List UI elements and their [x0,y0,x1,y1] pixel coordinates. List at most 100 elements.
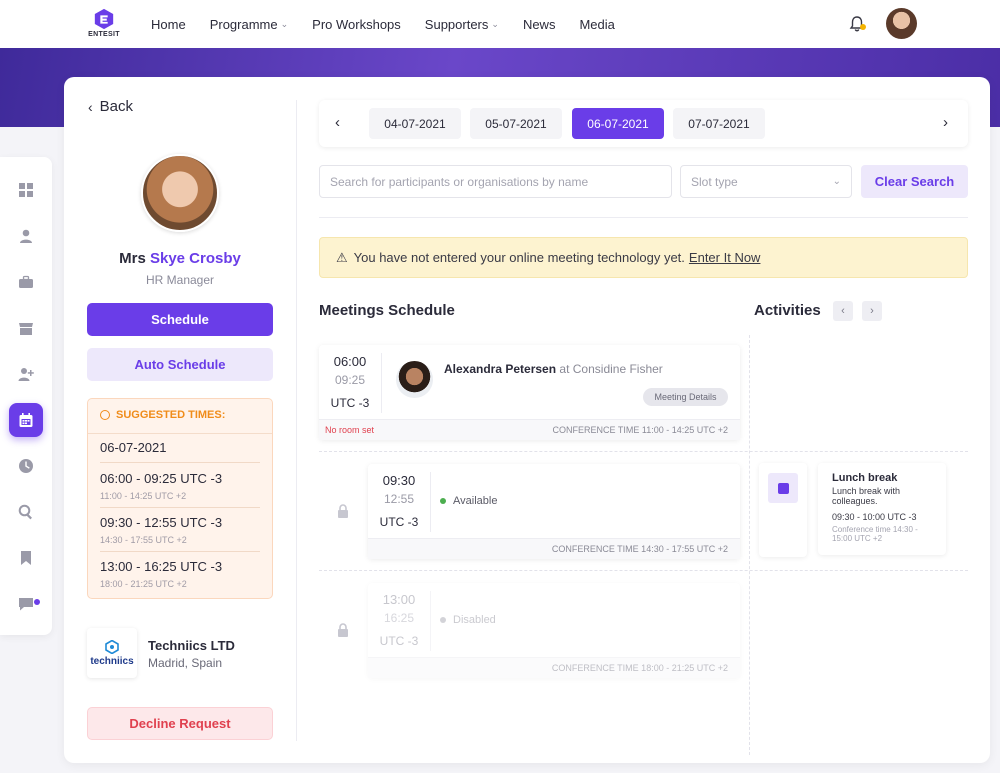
meeting-footer: No room set CONFERENCE TIME 11:00 - 14:2… [319,419,740,440]
meeting-card[interactable]: 06:00 09:25 UTC -3 Alexandra Petersen at… [319,345,740,440]
slot-status: Disabled [440,614,496,626]
slot-end: 12:55 [383,492,415,506]
date-pill[interactable]: 05-07-2021 [470,108,562,139]
suggested-slot-conf: 18:00 - 21:25 UTC +2 [100,579,187,589]
meeting-timezone: UTC -3 [330,396,370,410]
profile-role: HR Manager [145,273,215,287]
date-pill[interactable]: 07-07-2021 [673,108,765,139]
auto-schedule-button[interactable]: Auto Schedule [87,348,273,381]
calendar-icon[interactable] [9,403,43,437]
decline-request-button[interactable]: Decline Request [87,707,273,740]
slot-start: 13:00 [382,592,416,607]
nav-programme-label: Programme [209,16,278,32]
nav-home[interactable]: Home [151,17,186,32]
entesit-logo[interactable]: ENTESIT [86,8,122,42]
back-link[interactable]: ‹ Back [88,98,133,115]
nav-supporters[interactable]: Supporters ⌄ [425,17,499,32]
schedule-button[interactable]: Schedule [87,303,273,336]
warning-icon: ⚠ [336,249,348,265]
briefcase-icon[interactable] [9,265,43,299]
divider [430,472,431,532]
divider [381,353,382,413]
date-pill-active[interactable]: 06-07-2021 [572,108,664,139]
suggested-slot-conf: 14:30 - 17:55 UTC +2 [100,535,187,545]
suggested-slot-time[interactable]: 06:00 - 09:25 UTC -3 [100,471,222,486]
room-status: No room set [325,425,375,435]
divider [88,433,272,434]
suggested-times-panel: SUGGESTED TIMES: 06-07-2021 06:00 - 09:2… [87,398,273,599]
chevron-right-icon[interactable]: › [862,301,882,321]
slot-type-select[interactable]: Slot type ⌄ [680,165,852,198]
clear-search-button[interactable]: Clear Search [861,165,968,198]
slot-timezone: UTC -3 [379,515,419,529]
conference-time: CONFERENCE TIME 14:30 - 17:55 UTC +2 [551,544,728,554]
enter-it-now-link[interactable]: Enter It Now [689,250,761,265]
warning-banner: ⚠ You have not entered your online meeti… [319,237,968,278]
status-dot [440,617,446,623]
activity-title: Lunch break [832,472,898,484]
slot-footer: CONFERENCE TIME 18:00 - 21:25 UTC +2 [368,657,740,678]
hexagon-icon [105,639,119,654]
schedule-divider [749,335,750,755]
profile-name-text: Skye Crosby [149,250,241,267]
slot-start: 09:30 [382,473,416,488]
search-icon[interactable] [9,495,43,529]
slot-type-placeholder: Slot type [691,174,738,189]
store-icon[interactable] [9,311,43,345]
add-user-icon[interactable] [9,357,43,391]
bookmark-icon[interactable] [9,541,43,575]
participant-search-input[interactable] [319,165,672,198]
slot-time: 13:00 16:25 UTC -3 [368,592,430,648]
user-icon[interactable] [9,219,43,253]
organisation-logo: techniics [87,628,137,678]
suggested-heading-text: SUGGESTED TIMES: [116,409,226,421]
activity-card[interactable]: Lunch break Lunch break with colleagues.… [818,463,946,555]
divider [430,591,431,651]
chevron-down-icon: ⌄ [280,18,289,29]
slot-status-text: Available [453,495,498,507]
warning-text: You have not entered your online meeting… [353,250,685,265]
date-selector: ‹ 04-07-2021 05-07-2021 06-07-2021 07-07… [319,100,968,147]
divider [319,217,968,218]
slot-footer: CONFERENCE TIME 14:30 - 17:55 UTC +2 [368,538,740,559]
profile-photo [141,154,219,232]
participant-name: Alexandra Petersen at Considine Fisher [444,362,663,376]
activity-conference-time: Conference time 14:30 - 15:00 UTC +2 [832,524,918,543]
nav-media[interactable]: Media [579,17,614,32]
status-dot [440,498,446,504]
suggested-times-heading: SUGGESTED TIMES: [100,409,225,421]
activity-description: Lunch break with colleagues. [832,486,901,507]
slot-status: Available [440,495,497,507]
clock-icon[interactable] [9,449,43,483]
slot-timezone: UTC -3 [379,634,419,648]
profile-name: Mrs Skye Crosby [88,250,272,267]
suggested-slot-time[interactable]: 13:00 - 16:25 UTC -3 [100,559,222,574]
organisation-logo-text: techniics [90,655,134,667]
suggested-slot-time[interactable]: 09:30 - 12:55 UTC -3 [100,515,222,530]
chevron-right-icon[interactable]: › [943,114,948,131]
meeting-start: 06:00 [333,354,367,369]
participant-avatar [396,361,433,398]
user-avatar[interactable] [886,8,917,39]
meeting-details-button[interactable]: Meeting Details [643,388,728,406]
grid-icon[interactable] [9,173,43,207]
participant-org: Considine Fisher [572,362,663,376]
organisation-name: Techniics LTD [148,638,235,653]
top-navbar: ENTESIT Home Programme ⌄ Pro Workshops Su… [0,0,1000,48]
nav-news[interactable]: News [523,17,556,32]
meeting-time: 06:00 09:25 UTC -3 [319,354,381,410]
meeting-slot-disabled: 13:00 16:25 UTC -3 Disabled CONFERENCE T… [368,583,740,678]
column-divider [296,100,297,741]
nav-home-label: Home [151,16,186,32]
chat-notification-dot [34,599,40,605]
chevron-left-icon[interactable]: ‹ [335,114,340,131]
meetings-heading: Meetings Schedule [319,302,455,319]
chevron-down-icon: ⌄ [491,18,499,29]
nav-programme[interactable]: Programme ⌄ [210,17,288,32]
slot-divider [319,451,968,452]
date-pill[interactable]: 04-07-2021 [369,108,461,139]
chevron-left-icon[interactable]: ‹ [833,301,853,321]
profile-salutation: Mrs [119,250,146,267]
meeting-slot-available[interactable]: 09:30 12:55 UTC -3 Available CONFERENCE … [368,464,740,559]
nav-pro-workshops[interactable]: Pro Workshops [312,17,401,32]
